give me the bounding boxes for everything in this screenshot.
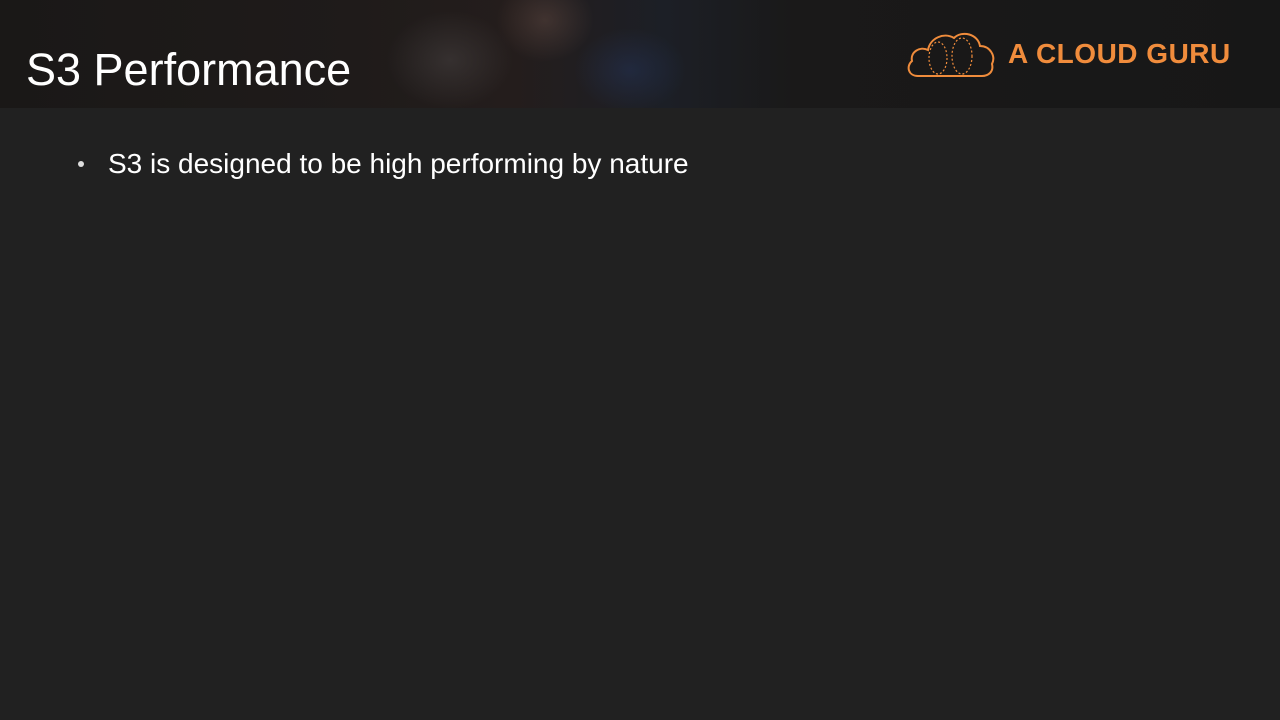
slide: S3 Performance A CLOUD GURU S3 is design… bbox=[0, 0, 1280, 720]
slide-header: S3 Performance A CLOUD GURU bbox=[0, 0, 1280, 108]
bullet-text: S3 is designed to be high performing by … bbox=[108, 148, 689, 179]
bullet-item: S3 is designed to be high performing by … bbox=[78, 140, 689, 188]
bullet-dot-icon bbox=[78, 161, 84, 167]
brand-name: A CLOUD GURU bbox=[1008, 38, 1231, 69]
cloud-icon bbox=[907, 32, 995, 77]
header-background-photo bbox=[330, 0, 750, 108]
brand-logo: A CLOUD GURU bbox=[904, 28, 1231, 80]
slide-title: S3 Performance bbox=[26, 44, 352, 95]
bullet-list: S3 is designed to be high performing by … bbox=[78, 140, 689, 188]
